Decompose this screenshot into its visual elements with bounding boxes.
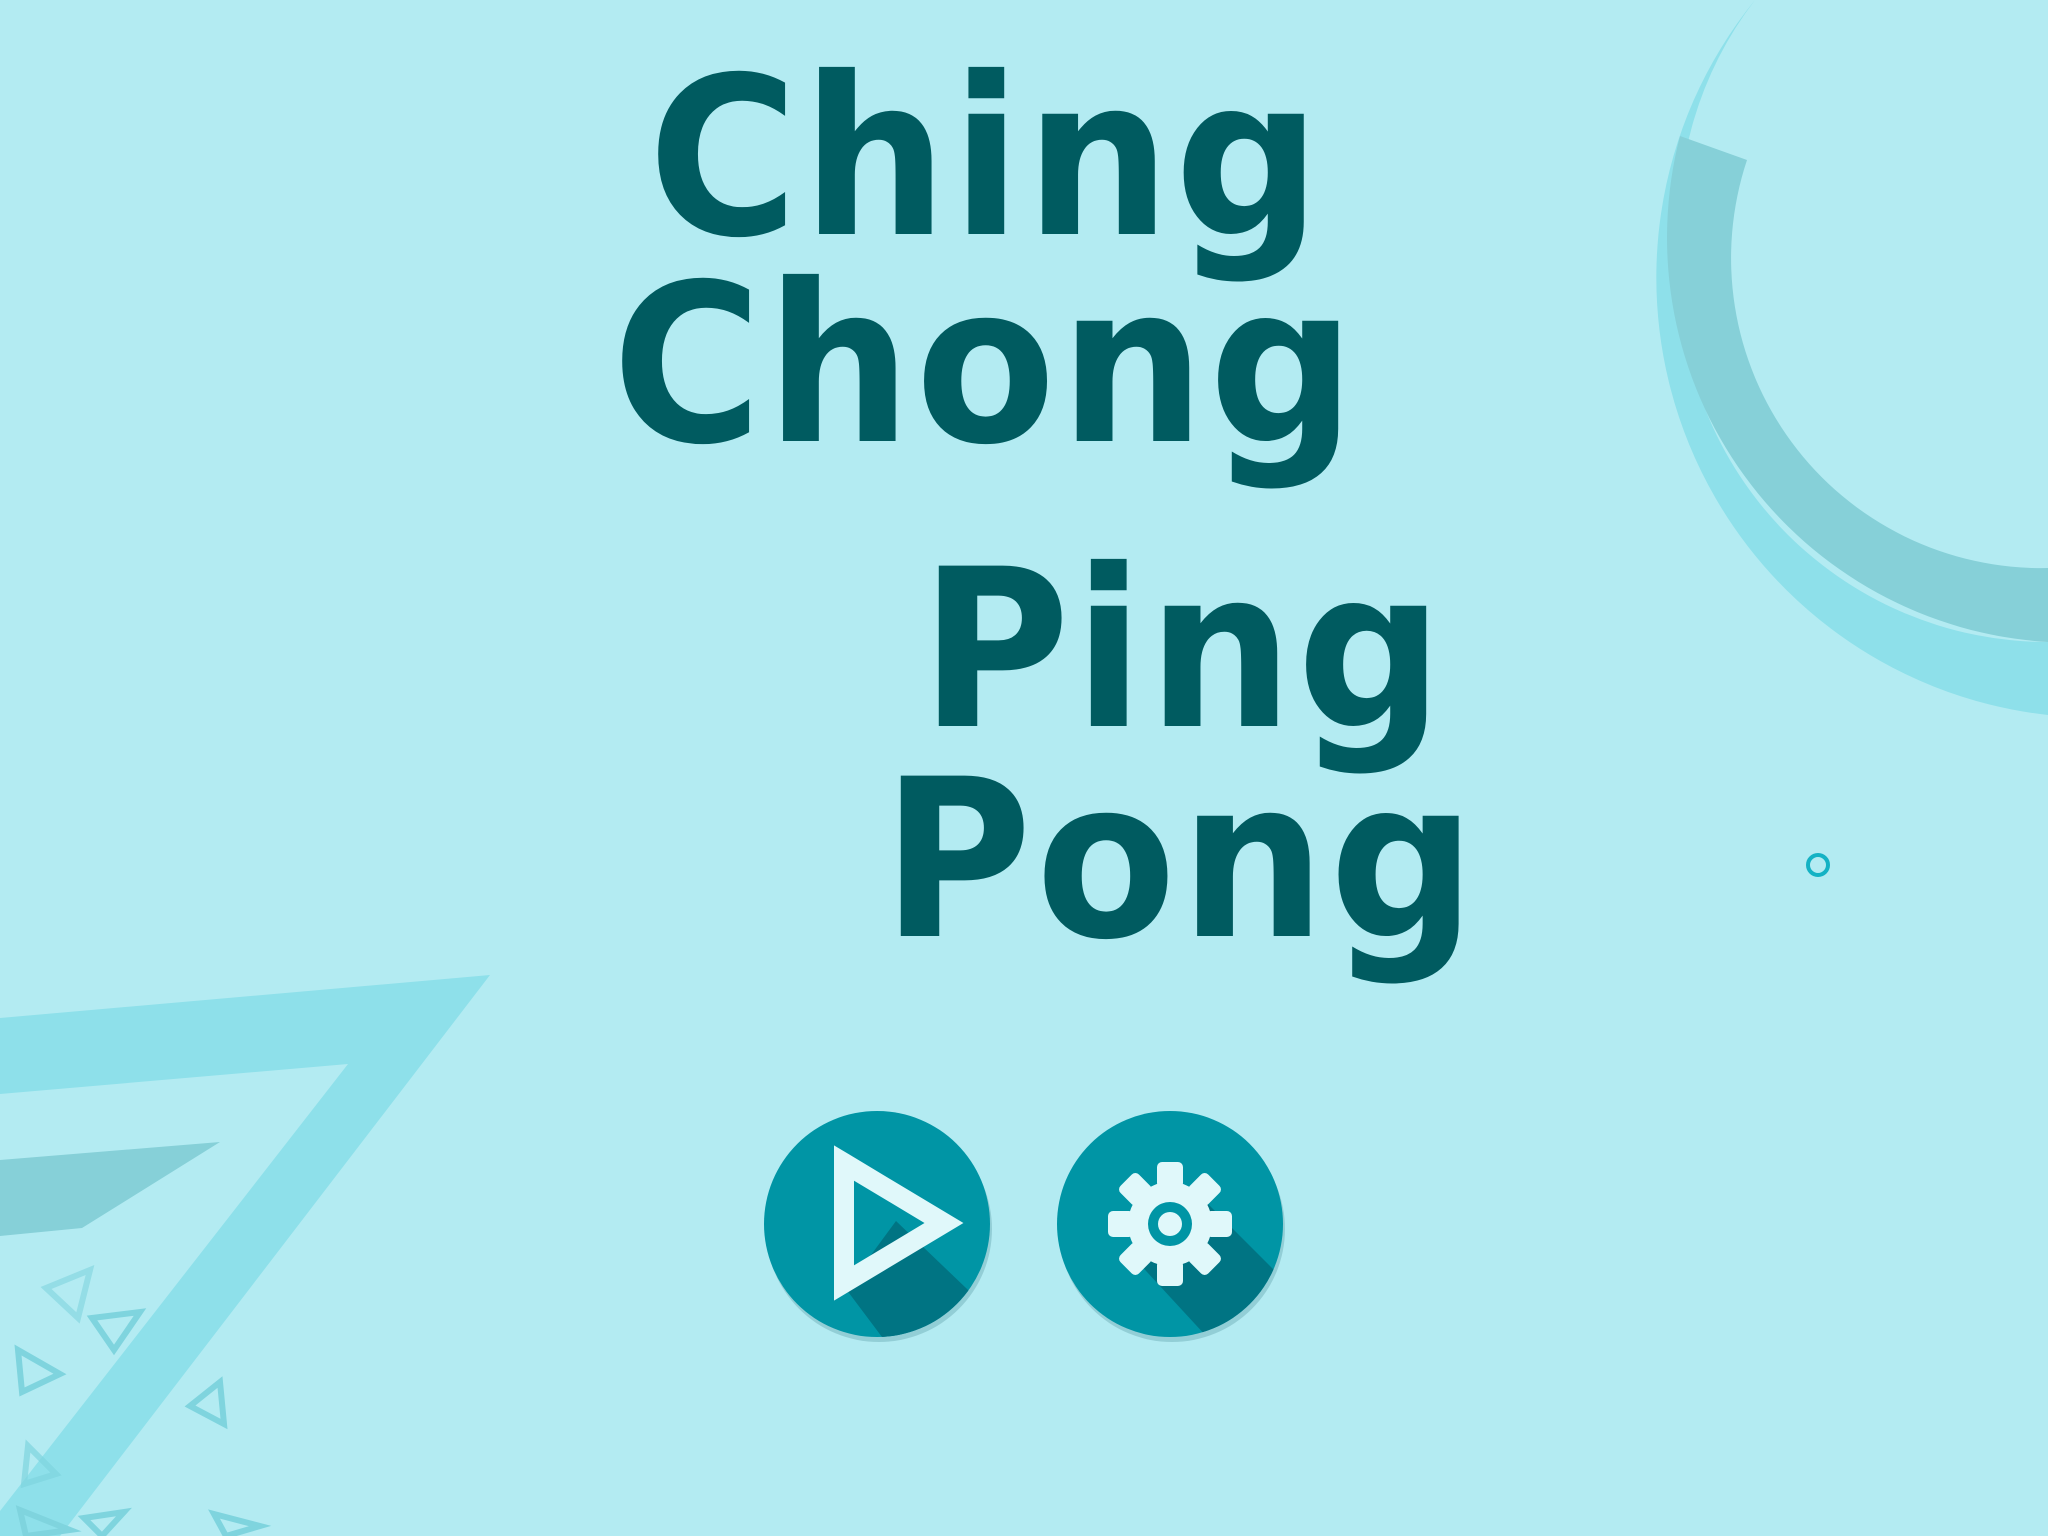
title-line-2: Chong [612,237,1360,493]
settings-button[interactable] [1057,1111,1283,1337]
small-ring [1806,853,1830,877]
game-screen: Ching Chong Ping Pong [0,0,2048,1536]
decorative-triangle [0,975,490,1536]
play-icon [834,1145,990,1337]
title-line-4: Pong [882,732,1480,988]
title-line-3: Ping [920,522,1448,778]
title-line-1: Ching [648,30,1325,286]
play-button[interactable] [764,1111,990,1337]
decorative-ring [1656,0,2048,715]
gear-icon [1108,1162,1283,1337]
